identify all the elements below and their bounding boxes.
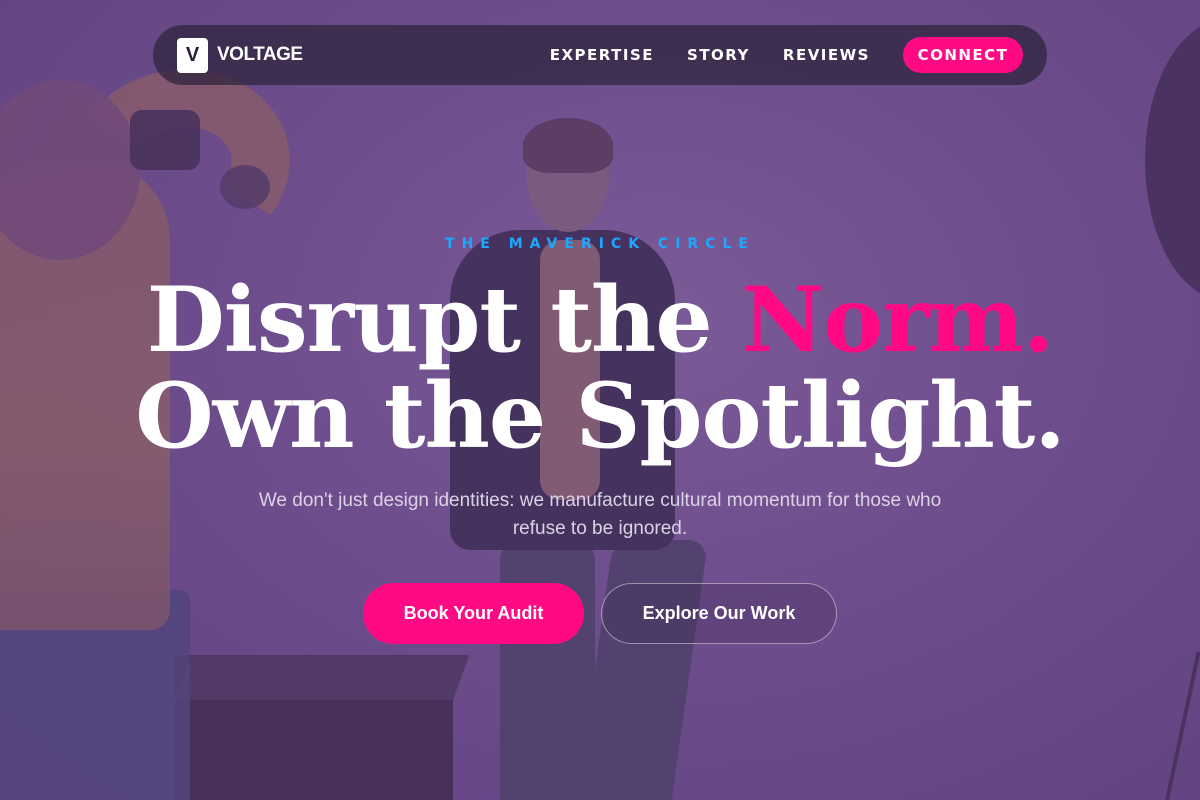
nav-links: EXPERTISE STORY REVIEWS CONNECT [550,37,1023,73]
hero-buttons: Book Your Audit Explore Our Work [0,583,1200,644]
hero-headline: Disrupt the Norm. Own the Spotlight. [0,272,1200,464]
brand-logo-icon: V [177,37,208,73]
brand-name: VOLTAGE [217,44,303,65]
hero-eyebrow: THE MAVERICK CIRCLE [445,236,755,252]
top-navigation: V VOLTAGE EXPERTISE STORY REVIEWS CONNEC… [153,25,1047,85]
book-audit-button[interactable]: Book Your Audit [363,583,584,644]
nav-link-story[interactable]: STORY [687,46,750,64]
connect-button[interactable]: CONNECT [903,37,1023,73]
headline-line1-text: Disrupt the [146,267,742,373]
nav-link-expertise[interactable]: EXPERTISE [550,46,654,64]
headline-accent: Norm. [741,267,1054,373]
nav-link-reviews[interactable]: REVIEWS [783,46,870,64]
hero-subtext: We don't just design identities: we manu… [258,490,942,539]
headline-line2-text: Own the Spotlight. [135,363,1065,469]
explore-work-button[interactable]: Explore Our Work [601,583,837,644]
brand[interactable]: V VOLTAGE [177,37,303,73]
